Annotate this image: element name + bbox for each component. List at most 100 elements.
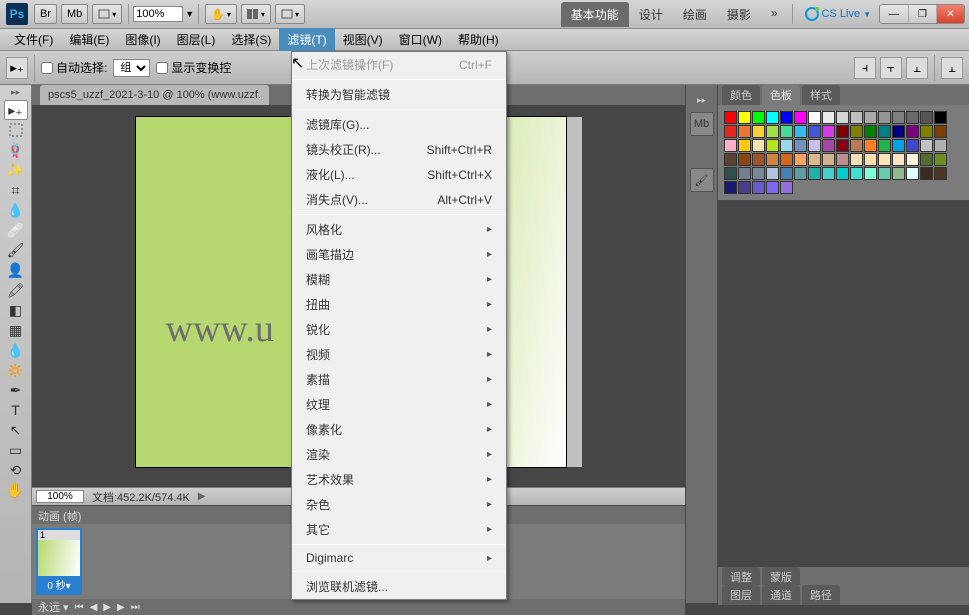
swatch-color[interactable] xyxy=(822,153,835,166)
swatch-color[interactable] xyxy=(864,167,877,180)
swatch-color[interactable] xyxy=(724,111,737,124)
swatch-color[interactable] xyxy=(738,125,751,138)
filter-render[interactable]: 渲染 xyxy=(292,442,506,467)
blur-tool[interactable]: 💧 xyxy=(4,340,28,360)
filter-distort[interactable]: 扭曲 xyxy=(292,292,506,317)
first-frame-button[interactable]: ⏮ xyxy=(75,602,84,613)
swatch-color[interactable] xyxy=(850,125,863,138)
swatch-color[interactable] xyxy=(920,111,933,124)
menu-window[interactable]: 窗口(W) xyxy=(391,28,450,51)
brush-tool[interactable]: 🖌 xyxy=(4,240,28,260)
filter-sketch[interactable]: 素描 xyxy=(292,367,506,392)
close-button[interactable]: ✕ xyxy=(936,5,964,23)
swatch-color[interactable] xyxy=(752,153,765,166)
swatch-color[interactable] xyxy=(920,167,933,180)
swatch-color[interactable] xyxy=(878,111,891,124)
swatch-color[interactable] xyxy=(752,167,765,180)
swatch-color[interactable] xyxy=(822,125,835,138)
swatch-color[interactable] xyxy=(836,139,849,152)
swatch-color[interactable] xyxy=(836,167,849,180)
filter-liquify[interactable]: 液化(L)...Shift+Ctrl+X xyxy=(292,162,506,187)
tab-mask[interactable]: 蒙版 xyxy=(762,567,800,587)
swatch-color[interactable] xyxy=(738,167,751,180)
minibridge-button[interactable]: Mb xyxy=(61,4,88,24)
swatch-color[interactable] xyxy=(934,125,947,138)
swatch-color[interactable] xyxy=(878,167,891,180)
swatch-color[interactable] xyxy=(808,153,821,166)
healing-tool[interactable]: 🩹 xyxy=(4,220,28,240)
swatch-color[interactable] xyxy=(724,181,737,194)
workspace-more[interactable]: » xyxy=(761,2,788,27)
dock-collapse[interactable]: ▸▸ xyxy=(697,95,706,106)
menu-layer[interactable]: 图层(L) xyxy=(169,28,224,51)
filter-noise[interactable]: 杂色 xyxy=(292,492,506,517)
hand-tool[interactable]: ✋ xyxy=(4,480,28,500)
swatch-color[interactable] xyxy=(780,181,793,194)
stamp-tool[interactable]: 👤 xyxy=(4,260,28,280)
workspace-photography[interactable]: 摄影 xyxy=(717,2,761,27)
type-tool[interactable]: T xyxy=(4,400,28,420)
swatch-color[interactable] xyxy=(766,167,779,180)
filter-texture[interactable]: 纹理 xyxy=(292,392,506,417)
tab-channel[interactable]: 通道 xyxy=(762,585,800,605)
current-tool-icon[interactable]: ▸₊ xyxy=(6,57,28,79)
swatch-color[interactable] xyxy=(906,111,919,124)
dodge-tool[interactable]: 🔅 xyxy=(4,360,28,380)
filter-stylize[interactable]: 风格化 xyxy=(292,217,506,242)
path-tool[interactable]: ↖ xyxy=(4,420,28,440)
filter-digimarc[interactable]: Digimarc xyxy=(292,547,506,569)
menu-help[interactable]: 帮助(H) xyxy=(450,28,507,51)
swatch-color[interactable] xyxy=(738,153,751,166)
swatch-color[interactable] xyxy=(836,125,849,138)
swatch-color[interactable] xyxy=(920,125,933,138)
swatch-color[interactable] xyxy=(864,125,877,138)
gradient-tool[interactable]: ▦ xyxy=(4,320,28,340)
swatch-color[interactable] xyxy=(892,111,905,124)
swatch-color[interactable] xyxy=(808,125,821,138)
swatch-color[interactable] xyxy=(794,139,807,152)
swatch-color[interactable] xyxy=(808,167,821,180)
arrange-docs-button[interactable] xyxy=(241,4,271,24)
swatch-color[interactable] xyxy=(780,153,793,166)
filter-lens[interactable]: 镜头校正(R)...Shift+Ctrl+R xyxy=(292,137,506,162)
lasso-tool[interactable]: 🪢 xyxy=(4,140,28,160)
eyedropper-tool[interactable]: 💧 xyxy=(4,200,28,220)
filter-brush[interactable]: 画笔描边 xyxy=(292,242,506,267)
tab-style[interactable]: 样式 xyxy=(802,85,840,105)
loop-select[interactable]: 永远 ▾ xyxy=(38,599,69,615)
auto-select-checkbox[interactable]: 自动选择: xyxy=(41,59,107,76)
swatch-color[interactable] xyxy=(794,125,807,138)
swatch-color[interactable] xyxy=(892,167,905,180)
zoom-field[interactable] xyxy=(36,490,84,503)
filter-browse[interactable]: 浏览联机滤镜... xyxy=(292,574,506,599)
move-tool[interactable]: ▸₊ xyxy=(4,100,28,120)
workspace-design[interactable]: 设计 xyxy=(629,2,673,27)
swatch-color[interactable] xyxy=(724,153,737,166)
swatch-color[interactable] xyxy=(864,111,877,124)
animation-frame[interactable]: 1 0 秒▾ xyxy=(36,528,82,595)
tab-adjust[interactable]: 调整 xyxy=(722,567,760,587)
dock-minibridge-icon[interactable]: Mb xyxy=(690,112,714,136)
canvas-scrollbar-v[interactable] xyxy=(566,117,582,467)
swatch-color[interactable] xyxy=(766,181,779,194)
swatch-color[interactable] xyxy=(906,125,919,138)
swatch-color[interactable] xyxy=(766,153,779,166)
tab-layer[interactable]: 图层 xyxy=(722,585,760,605)
menu-view[interactable]: 视图(V) xyxy=(335,28,391,51)
swatch-color[interactable] xyxy=(766,125,779,138)
swatch-color[interactable] xyxy=(934,167,947,180)
filter-other[interactable]: 其它 xyxy=(292,517,506,542)
swatch-color[interactable] xyxy=(822,167,835,180)
shape-tool[interactable]: ▭ xyxy=(4,440,28,460)
prev-frame-button[interactable]: ◀ xyxy=(90,602,98,613)
filter-artistic[interactable]: 艺术效果 xyxy=(292,467,506,492)
swatch-color[interactable] xyxy=(780,139,793,152)
auto-select-target[interactable]: 组 xyxy=(113,59,150,77)
swatch-color[interactable] xyxy=(822,139,835,152)
swatch-color[interactable] xyxy=(906,139,919,152)
screen-layout-button[interactable] xyxy=(275,4,305,24)
filter-video[interactable]: 视频 xyxy=(292,342,506,367)
cs-live-button[interactable]: CS Live▼ xyxy=(805,7,871,21)
align-button-2[interactable]: ⫟ xyxy=(880,57,902,79)
dock-brush-icon[interactable]: 🖌 xyxy=(690,168,714,192)
